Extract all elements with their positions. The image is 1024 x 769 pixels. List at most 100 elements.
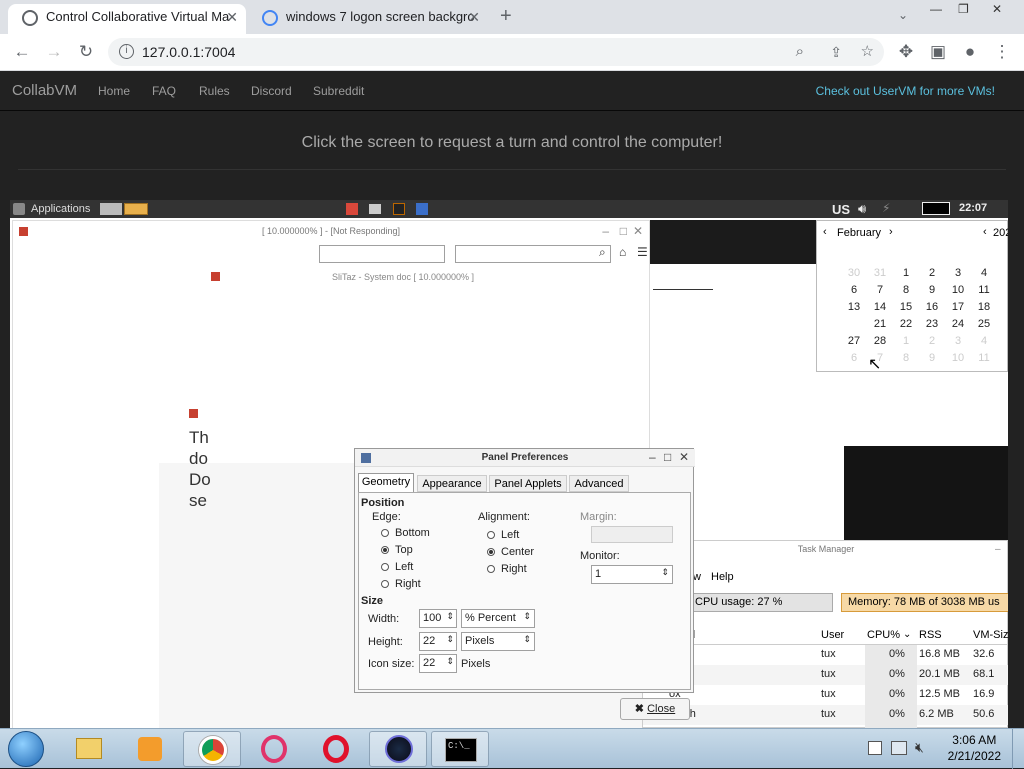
tab-search[interactable]: windows 7 logon screen backgro ✕: [248, 4, 488, 34]
edge-bottom-radio[interactable]: Bottom: [381, 527, 430, 539]
tab-close-icon[interactable]: ✕: [468, 4, 480, 30]
icon-size-spinner[interactable]: 22 ⇕: [419, 654, 457, 673]
calendar-day[interactable]: 30: [841, 264, 867, 281]
minimize-icon[interactable]: –: [649, 450, 656, 464]
close-icon[interactable]: ✕: [633, 224, 643, 238]
align-right-radio[interactable]: Right: [487, 563, 527, 575]
calendar-day[interactable]: 16: [919, 298, 945, 315]
calendar-day[interactable]: 2: [919, 332, 945, 349]
align-left-radio[interactable]: Left: [487, 529, 519, 541]
share-icon[interactable]: ⇪: [830, 38, 842, 66]
site-brand[interactable]: CollabVM: [12, 82, 77, 99]
forward-arrow-icon[interactable]: →: [42, 40, 66, 64]
keyboard-layout[interactable]: US: [832, 202, 850, 217]
tab-geometry[interactable]: Geometry: [358, 473, 414, 492]
sort-chevron-icon[interactable]: ⌄: [903, 629, 911, 640]
calendar-popup[interactable]: ‹ February › ‹ 202 303112346789101113141…: [816, 220, 1008, 372]
calendar-day[interactable]: 10: [945, 281, 971, 298]
calendar-day[interactable]: 24: [945, 315, 971, 332]
nav-discord[interactable]: Discord: [251, 84, 292, 98]
volume-muted-icon[interactable]: 🔇︎: [915, 739, 924, 756]
vm-screen[interactable]: Applications US 🔊︎ ⚡︎ 22:07 [ 10.000000%…: [10, 200, 1008, 728]
maximize-icon[interactable]: □: [664, 450, 671, 464]
dropdown-icon[interactable]: ⇕: [523, 611, 531, 622]
col-cpu[interactable]: CPU%: [867, 629, 900, 641]
calendar-day[interactable]: 4: [971, 332, 997, 349]
bookmark-star-icon[interactable]: ☆: [861, 38, 874, 66]
applications-menu[interactable]: Applications: [31, 203, 90, 215]
reload-icon[interactable]: ↻: [74, 40, 98, 64]
tab-collabvm[interactable]: Control Collaborative Virtual Ma ✕: [8, 4, 246, 34]
calendar-day[interactable]: 1: [893, 264, 919, 281]
calendar-day[interactable]: 2: [919, 264, 945, 281]
calendar-day[interactable]: 9: [919, 281, 945, 298]
launcher-red-icon[interactable]: [346, 203, 358, 215]
panel-preferences-dialog[interactable]: Panel Preferences – □ ✕ Geometry Appeara…: [354, 448, 695, 693]
nav-faq[interactable]: FAQ: [152, 84, 176, 98]
calendar-day[interactable]: 22: [893, 315, 919, 332]
calendar-day[interactable]: 21: [867, 315, 893, 332]
volume-icon[interactable]: 🔊︎: [858, 201, 866, 217]
tab-panel-applets[interactable]: Panel Applets: [489, 475, 567, 492]
tab-advanced[interactable]: Advanced: [569, 475, 629, 492]
tab-close-icon[interactable]: ✕: [226, 4, 238, 30]
zoom-icon[interactable]: ⌕: [796, 38, 804, 66]
show-desktop-button[interactable]: [1012, 729, 1024, 769]
minimize-button[interactable]: —: [930, 2, 942, 16]
chrome-taskbar-button[interactable]: [183, 731, 241, 767]
start-button[interactable]: [8, 731, 44, 767]
calendar-day[interactable]: 3: [945, 264, 971, 281]
minimize-icon[interactable]: –: [602, 224, 609, 238]
prev-month-icon[interactable]: ‹: [823, 226, 827, 238]
calendar-day[interactable]: 28: [867, 332, 893, 349]
align-center-radio[interactable]: Center: [487, 546, 534, 558]
close-icon[interactable]: ✕: [679, 450, 689, 464]
calendar-day[interactable]: 6: [841, 349, 867, 366]
calendar-day[interactable]: 23: [919, 315, 945, 332]
menu-kebab-icon[interactable]: ⋮: [990, 40, 1014, 64]
slitaz-logo-icon[interactable]: [13, 203, 25, 215]
explorer-taskbar-button[interactable]: [60, 731, 118, 767]
calendar-day[interactable]: 3: [945, 332, 971, 349]
calendar-day[interactable]: 8: [893, 281, 919, 298]
next-month-icon[interactable]: ›: [889, 226, 893, 238]
width-unit-select[interactable]: % Percent ⇕: [461, 609, 535, 628]
network-icon[interactable]: [891, 741, 907, 755]
back-arrow-icon[interactable]: ←: [10, 40, 34, 64]
menu-help[interactable]: Help: [711, 571, 734, 583]
calendar-day[interactable]: 4: [971, 264, 997, 281]
side-panel-icon[interactable]: ▣: [926, 40, 950, 64]
close-window-button[interactable]: ✕: [992, 2, 1002, 16]
edge-right-radio[interactable]: Right: [381, 578, 421, 590]
task-manager-window[interactable]: Task Manager – w Help CPU usage: 27 % Me…: [642, 540, 1008, 728]
search-field[interactable]: [455, 245, 611, 263]
calendar-day[interactable]: 6: [841, 281, 867, 298]
folder-icon[interactable]: [369, 204, 381, 214]
spin-icon[interactable]: ⇕: [661, 567, 669, 578]
vm-app-taskbar-button[interactable]: [369, 731, 427, 767]
address-bar[interactable]: i 127.0.0.1:7004 ⌕ ⇪ ☆: [108, 38, 884, 66]
height-unit-select[interactable]: Pixels ⇕: [461, 632, 535, 651]
col-rss[interactable]: RSS: [919, 629, 942, 641]
network-icon[interactable]: ⚡︎: [882, 201, 890, 215]
table-row[interactable]: crashtux0%6.2 MB50.6: [643, 705, 1008, 725]
bookmarks-icon[interactable]: ☰: [637, 245, 648, 259]
calendar-day[interactable]: 25: [971, 315, 997, 332]
monitor-spinner[interactable]: 1 ⇕: [591, 565, 673, 584]
col-user[interactable]: User: [821, 629, 844, 641]
url-field[interactable]: [319, 245, 445, 263]
calendar-day[interactable]: 11: [971, 281, 997, 298]
tab-search-chevron-icon[interactable]: ⌄: [898, 8, 908, 22]
edge-left-radio[interactable]: Left: [381, 561, 413, 573]
calendar-day[interactable]: 7: [867, 281, 893, 298]
minimize-icon[interactable]: –: [995, 544, 1001, 555]
opera-gx-taskbar-button[interactable]: [245, 731, 303, 767]
col-vmsize[interactable]: VM-Siz: [973, 629, 1008, 641]
close-button[interactable]: ✖ Close: [620, 698, 690, 720]
tab-appearance[interactable]: Appearance: [417, 475, 487, 492]
menu-view[interactable]: w: [693, 571, 701, 583]
uservm-link[interactable]: Check out UserVM for more VMs!: [816, 84, 995, 98]
new-tab-button[interactable]: +: [500, 5, 512, 28]
calendar-day[interactable]: 1: [893, 332, 919, 349]
action-center-flag-icon[interactable]: [868, 741, 882, 755]
